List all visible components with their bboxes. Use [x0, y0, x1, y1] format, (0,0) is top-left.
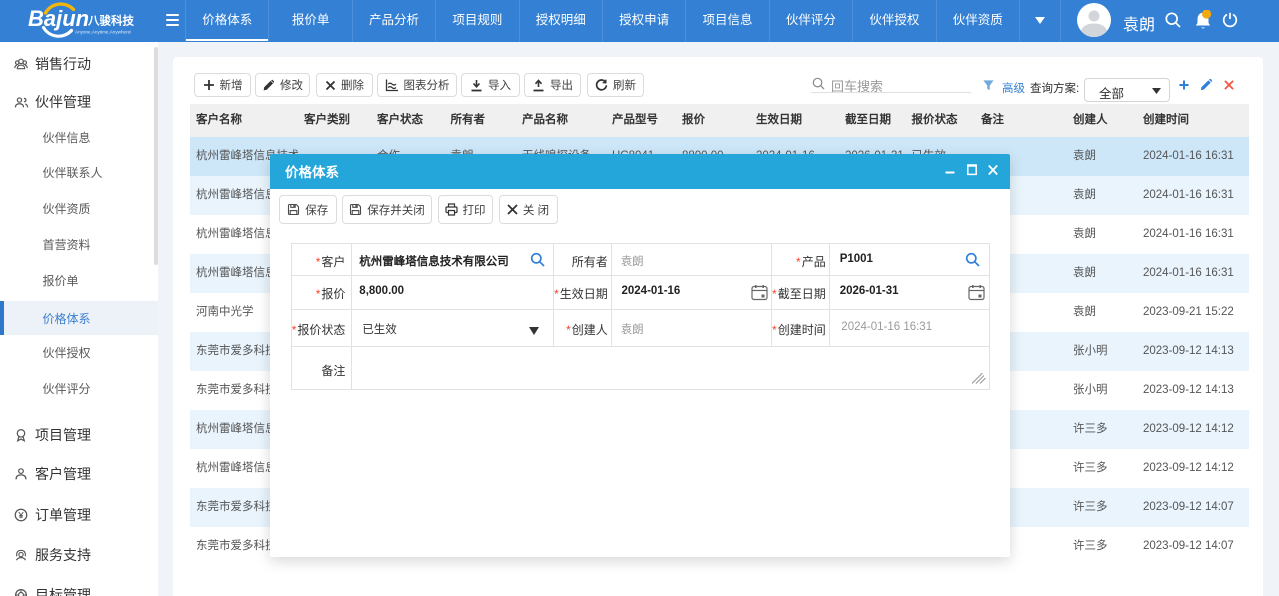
svg-text:Bajun: Bajun: [28, 6, 89, 31]
svg-text:八骏科技: 八骏科技: [87, 14, 134, 28]
svg-text:Anyone,Anytime,Anywhere!: Anyone,Anytime,Anywhere!: [75, 30, 131, 35]
